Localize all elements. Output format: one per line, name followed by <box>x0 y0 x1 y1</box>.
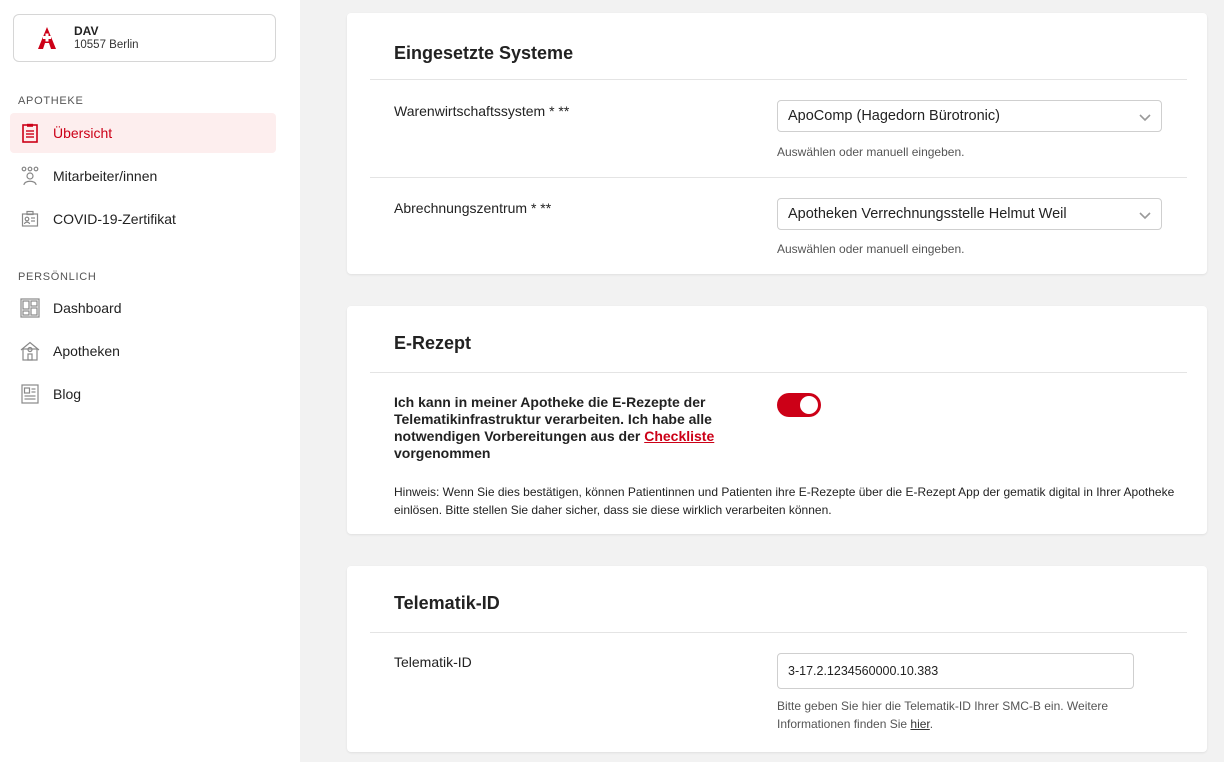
pharmacy-building-icon <box>20 341 40 361</box>
section-label-persoenlich: PERSÖNLICH <box>18 271 97 283</box>
sidebar-item-apotheken[interactable]: Apotheken <box>10 331 276 371</box>
divider <box>370 79 1187 80</box>
card-title: Telematik-ID <box>394 593 500 613</box>
sidebar-item-mitarbeiter[interactable]: Mitarbeiter/innen <box>10 156 276 196</box>
erezept-hint: Hinweis: Wenn Sie dies bestätigen, könne… <box>394 485 1175 517</box>
telematik-id-help: Bitte geben Sie hier die Telematik-ID Ih… <box>777 697 1157 733</box>
toggle-knob <box>800 396 818 414</box>
account-name: DAV <box>74 24 99 38</box>
section-label-apotheke: APOTHEKE <box>18 95 84 107</box>
account-switcher[interactable]: DAV 10557 Berlin <box>13 14 276 62</box>
abrechnungszentrum-help: Auswählen oder manuell eingeben. <box>777 242 965 256</box>
sidebar-item-dashboard[interactable]: Dashboard <box>10 288 276 328</box>
checkliste-link[interactable]: Checkliste <box>644 428 714 444</box>
select-value: Apotheken Verrechnungsstelle Helmut Weil <box>788 206 1067 222</box>
divider <box>370 177 1187 178</box>
divider <box>370 372 1187 373</box>
hier-link[interactable]: hier <box>910 717 929 731</box>
abrechnungszentrum-select[interactable]: Apotheken Verrechnungsstelle Helmut Weil <box>777 198 1162 230</box>
sidebar: DAV 10557 Berlin APOTHEKE Übersicht Mita… <box>0 0 300 762</box>
sidebar-item-label: COVID-19-Zertifikat <box>53 211 176 227</box>
erezept-toggle[interactable] <box>777 393 821 417</box>
systems-card: Eingesetzte Systeme Warenwirtschaftssyst… <box>347 13 1207 274</box>
sidebar-item-label: Übersicht <box>53 125 113 141</box>
sidebar-item-blog[interactable]: Blog <box>10 374 276 414</box>
erezept-text-part: vorgenommen <box>394 445 491 461</box>
sidebar-item-label: Mitarbeiter/innen <box>53 168 158 184</box>
abrechnungszentrum-label: Abrechnungszentrum * ** <box>394 200 552 216</box>
sidebar-item-covid-zertifikat[interactable]: COVID-19-Zertifikat <box>10 199 276 239</box>
sidebar-item-uebersicht[interactable]: Übersicht <box>10 113 276 153</box>
telematik-card: Telematik-ID Telematik-ID 3-17.2.1234560… <box>347 566 1207 752</box>
apotheke-logo-icon <box>38 27 56 49</box>
account-city: 10557 Berlin <box>74 39 139 51</box>
select-value: ApoComp (Hagedorn Bürotronic) <box>788 108 1000 124</box>
blog-icon <box>20 384 40 404</box>
dashboard-icon <box>20 298 40 318</box>
telematik-id-label: Telematik-ID <box>394 654 472 670</box>
help-text-part: Bitte geben Sie hier die Telematik-ID Ih… <box>777 699 1109 731</box>
chevron-down-icon <box>1139 212 1151 220</box>
warenwirtschaftssystem-label: Warenwirtschaftssystem * ** <box>394 103 570 119</box>
warenwirtschaftssystem-help: Auswählen oder manuell eingeben. <box>777 145 965 159</box>
sidebar-item-label: Apotheken <box>53 343 120 359</box>
certificate-icon <box>20 209 40 229</box>
team-icon <box>20 166 40 186</box>
help-text-part: . <box>929 717 934 731</box>
card-title: E-Rezept <box>394 333 472 353</box>
card-title: Eingesetzte Systeme <box>394 43 574 63</box>
erezept-card: E-Rezept Ich kann in meiner Apotheke die… <box>347 306 1207 534</box>
chevron-down-icon <box>1139 114 1151 122</box>
divider <box>370 632 1187 633</box>
clipboard-icon <box>20 123 40 143</box>
sidebar-item-label: Dashboard <box>53 300 122 316</box>
telematik-id-input[interactable]: 3-17.2.1234560000.10.383 <box>777 653 1134 689</box>
sidebar-item-label: Blog <box>53 386 82 402</box>
warenwirtschaftssystem-select[interactable]: ApoComp (Hagedorn Bürotronic) <box>777 100 1162 132</box>
erezept-confirmation-text: Ich kann in meiner Apotheke die E-Rezept… <box>394 394 744 462</box>
